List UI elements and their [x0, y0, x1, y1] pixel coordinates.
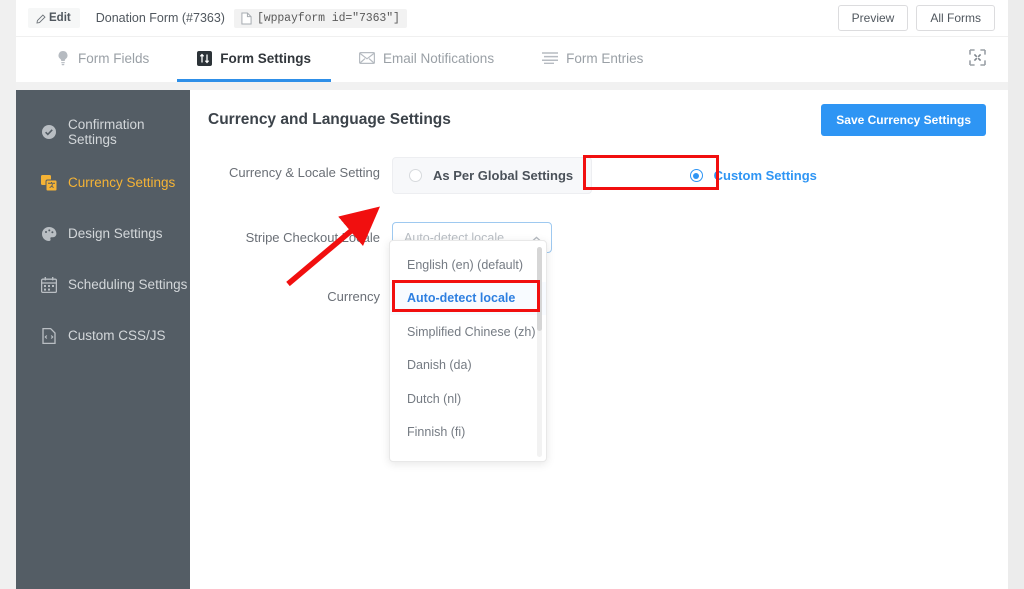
app-screen: Edit Donation Form (#7363) [wppayform id… — [0, 0, 1024, 589]
sidebar-item-label: Design Settings — [68, 226, 163, 241]
sidebar-item-label: Custom CSS/JS — [68, 328, 166, 343]
palette-icon — [40, 225, 57, 242]
document-icon — [241, 11, 252, 25]
lightbulb-icon — [56, 50, 70, 66]
sidebar-item-design-settings[interactable]: Design Settings — [16, 208, 190, 259]
top-admin-bar: Edit Donation Form (#7363) [wppayform id… — [16, 0, 1008, 36]
stripe-locale-dropdown[interactable]: English (en) (default) Auto-detect local… — [389, 240, 547, 462]
row-currency-locale-setting: Currency & Locale Setting As Per Global … — [206, 157, 984, 194]
radio-label: Custom Settings — [713, 168, 817, 183]
dropdown-option[interactable]: Simplified Chinese (zh) — [390, 315, 546, 349]
right-gutter — [1008, 0, 1024, 589]
sliders-icon — [197, 50, 213, 66]
tab-label: Form Fields — [78, 50, 150, 66]
row-label: Currency — [327, 289, 380, 304]
fullscreen-toggle-button[interactable] — [947, 37, 1008, 82]
sidebar-item-confirmation-settings[interactable]: Confirmation Settings — [16, 106, 190, 157]
tab-email-notifications[interactable]: Email Notifications — [339, 37, 514, 82]
form-title: Donation Form (#7363) — [95, 11, 225, 25]
dropdown-option-list: English (en) (default) Auto-detect local… — [390, 241, 546, 449]
tab-label: Form Entries — [566, 50, 644, 66]
dropdown-option[interactable]: English (en) (default) — [390, 248, 546, 282]
form-tabs: Form Fields Form Settings Email Notifica… — [16, 36, 1008, 82]
list-icon — [542, 52, 559, 64]
tab-form-fields[interactable]: Form Fields — [36, 37, 169, 82]
dropdown-option[interactable]: Danish (da) — [390, 349, 546, 383]
sidebar-item-currency-settings[interactable]: Currency Settings — [16, 157, 190, 208]
edit-button-label: Edit — [49, 12, 71, 24]
code-file-icon — [40, 327, 57, 344]
tab-label: Email Notifications — [383, 50, 495, 66]
edit-button[interactable]: Edit — [28, 8, 80, 28]
radio-indicator-selected — [689, 169, 703, 182]
envelope-icon — [359, 52, 376, 64]
preview-button[interactable]: Preview — [837, 5, 909, 31]
topbar-actions: Preview All Forms — [837, 5, 995, 31]
calendar-icon — [40, 276, 57, 293]
shortcode-text: [wppayform id="7363"] — [256, 11, 400, 25]
sidebar-item-scheduling-settings[interactable]: Scheduling Settings — [16, 259, 190, 310]
row-currency: Currency — [206, 281, 984, 304]
row-label: Currency & Locale Setting — [228, 165, 380, 180]
tab-label: Form Settings — [220, 50, 312, 66]
row-stripe-checkout-locale: Stripe Checkout Locale Auto-detect local… — [206, 222, 984, 253]
sidebar-item-label: Confirmation Settings — [68, 116, 145, 147]
pencil-icon — [35, 13, 46, 25]
tab-form-settings[interactable]: Form Settings — [177, 37, 332, 82]
check-circle-icon — [40, 123, 57, 140]
dropdown-scrollbar-thumb[interactable] — [537, 247, 542, 331]
settings-content: Currency and Language Settings Save Curr… — [190, 90, 1008, 589]
sidebar-item-custom-css-js[interactable]: Custom CSS/JS — [16, 310, 190, 361]
row-label: Stripe Checkout Locale — [245, 230, 380, 245]
radio-as-per-global-settings[interactable]: As Per Global Settings — [392, 157, 593, 194]
translate-icon — [40, 174, 57, 191]
tab-form-entries[interactable]: Form Entries — [522, 37, 663, 82]
dropdown-option[interactable]: Dutch (nl) — [390, 382, 546, 416]
sidebar-item-label: Scheduling Settings — [68, 277, 188, 292]
radio-indicator — [409, 169, 422, 182]
dropdown-option-selected[interactable]: Auto-detect locale — [390, 281, 546, 315]
all-forms-button[interactable]: All Forms — [916, 5, 995, 31]
dropdown-scrollbar[interactable] — [537, 247, 542, 457]
fullscreen-icon — [969, 48, 986, 71]
row-field: As Per Global Settings Custom Settings — [392, 157, 984, 194]
save-currency-settings-button[interactable]: Save Currency Settings — [821, 104, 986, 136]
shortcode-badge[interactable]: [wppayform id="7363"] — [233, 8, 407, 28]
sidebar-item-label: Currency Settings — [68, 175, 176, 190]
radio-label: As Per Global Settings — [433, 168, 574, 183]
dropdown-option[interactable]: Finnish (fi) — [390, 416, 546, 450]
radio-custom-settings[interactable]: Custom Settings — [672, 157, 836, 194]
settings-sidebar: Confirmation Settings Currency Settings … — [16, 90, 190, 589]
left-gutter — [0, 0, 16, 589]
